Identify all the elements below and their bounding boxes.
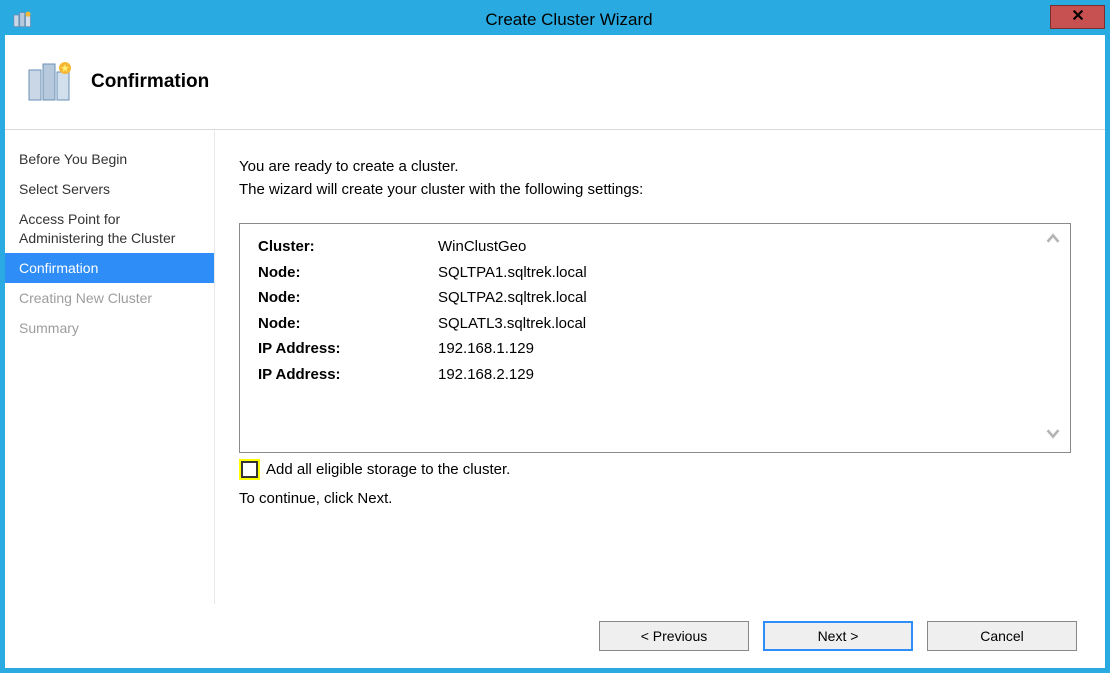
wizard-footer: < Previous Next > Cancel — [5, 604, 1105, 668]
sidebar-step-2[interactable]: Access Point for Administering the Clust… — [5, 204, 214, 252]
add-storage-checkbox-row: Add all eligible storage to the cluster. — [239, 459, 1071, 480]
intro-text: You are ready to create a cluster. The w… — [239, 156, 1071, 201]
cancel-button[interactable]: Cancel — [927, 621, 1077, 651]
sidebar-step-5: Summary — [5, 313, 214, 343]
chevron-up-icon — [1044, 230, 1062, 252]
settings-row-value: SQLATL3.sqltrek.local — [438, 311, 1030, 337]
settings-row: Node:SQLTPA2.sqltrek.local — [258, 285, 1030, 311]
settings-row: IP Address:192.168.1.129 — [258, 336, 1030, 362]
sidebar-step-3[interactable]: Confirmation — [5, 253, 214, 283]
settings-row: Node:SQLATL3.sqltrek.local — [258, 311, 1030, 337]
wizard-window: Create Cluster Wizard Confirmation Befor… — [0, 0, 1110, 673]
wizard-steps-sidebar: Before You BeginSelect ServersAccess Poi… — [5, 130, 215, 604]
titlebar: Create Cluster Wizard — [5, 5, 1105, 35]
app-icon — [13, 10, 33, 30]
continue-hint: To continue, click Next. — [239, 490, 1071, 507]
header-band: Confirmation — [5, 35, 1105, 130]
settings-row-label: Node: — [258, 311, 438, 337]
settings-row-value: WinClustGeo — [438, 234, 1030, 260]
settings-row-label: Node: — [258, 260, 438, 286]
next-button[interactable]: Next > — [763, 621, 913, 651]
settings-table: Cluster:WinClustGeoNode:SQLTPA1.sqltrek.… — [258, 234, 1030, 387]
close-button[interactable] — [1050, 5, 1105, 29]
settings-row: Cluster:WinClustGeo — [258, 234, 1030, 260]
add-storage-checkbox-label[interactable]: Add all eligible storage to the cluster. — [266, 461, 510, 478]
page-title: Confirmation — [91, 71, 209, 93]
sidebar-step-1[interactable]: Select Servers — [5, 174, 214, 204]
settings-row-value: 192.168.1.129 — [438, 336, 1030, 362]
previous-button[interactable]: < Previous — [599, 621, 749, 651]
intro-line-1: You are ready to create a cluster. — [239, 156, 1071, 179]
add-storage-checkbox[interactable] — [241, 461, 258, 478]
content-area: Before You BeginSelect ServersAccess Poi… — [5, 130, 1105, 604]
sidebar-step-4: Creating New Cluster — [5, 283, 214, 313]
settings-row-value: SQLTPA1.sqltrek.local — [438, 260, 1030, 286]
window-title: Create Cluster Wizard — [41, 10, 1097, 30]
settings-row-label: IP Address: — [258, 362, 438, 388]
settings-row: Node:SQLTPA1.sqltrek.local — [258, 260, 1030, 286]
scroll-down-button[interactable] — [1042, 424, 1064, 446]
settings-row-label: Node: — [258, 285, 438, 311]
main-panel: You are ready to create a cluster. The w… — [215, 130, 1105, 604]
settings-row-value: 192.168.2.129 — [438, 362, 1030, 388]
chevron-down-icon — [1044, 424, 1062, 446]
sidebar-step-0[interactable]: Before You Begin — [5, 144, 214, 174]
settings-row-value: SQLTPA2.sqltrek.local — [438, 285, 1030, 311]
checkbox-highlight — [239, 459, 260, 480]
intro-line-2: The wizard will create your cluster with… — [239, 179, 1071, 202]
scroll-up-button[interactable] — [1042, 230, 1064, 252]
cluster-icon — [27, 58, 75, 106]
settings-row: IP Address:192.168.2.129 — [258, 362, 1030, 388]
settings-row-label: IP Address: — [258, 336, 438, 362]
settings-row-label: Cluster: — [258, 234, 438, 260]
settings-summary-box: Cluster:WinClustGeoNode:SQLTPA1.sqltrek.… — [239, 223, 1071, 453]
close-icon — [1071, 8, 1085, 27]
